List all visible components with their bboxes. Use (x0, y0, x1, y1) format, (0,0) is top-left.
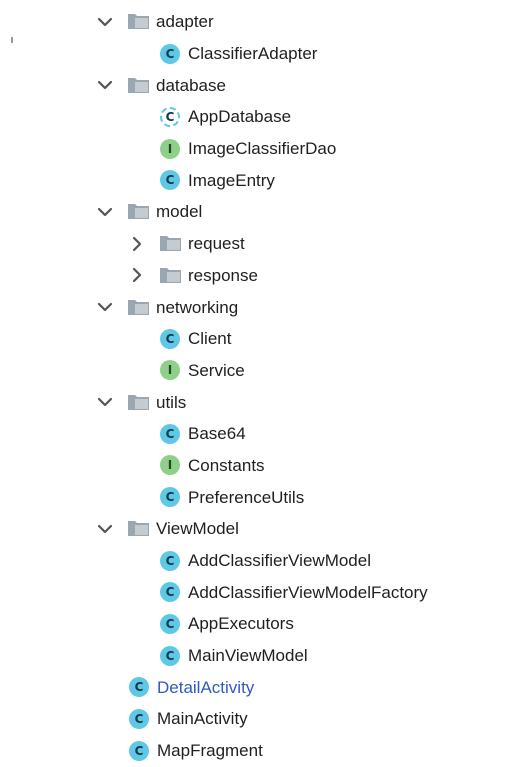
class-icon: C (160, 582, 180, 603)
tree-item-label: MainViewModel (188, 646, 308, 666)
folder-icon (160, 267, 181, 283)
folder-icon (128, 204, 149, 220)
tree-item-classifier-adapter[interactable]: C ClassifierAdapter (0, 38, 525, 70)
tree-item-label: model (156, 202, 203, 222)
interface-icon: I (160, 138, 180, 159)
tree-item-label: Constants (188, 455, 265, 475)
tree-item-label: networking (156, 297, 239, 317)
tree-item-label: Base64 (188, 424, 246, 444)
tree-item-label: AppDatabase (188, 107, 292, 127)
tree-item-label: adapter (156, 12, 214, 32)
tree-item-app-database[interactable]: C AppDatabase (0, 101, 525, 133)
tree-item-label: ViewModel (156, 519, 239, 539)
chevron-down-icon[interactable] (96, 203, 114, 221)
tree-folder-response[interactable]: response (0, 260, 525, 292)
class-icon: C (160, 170, 180, 191)
tree-item-add-classifier-view-model[interactable]: C AddClassifierViewModel (0, 545, 525, 577)
tree-item-main-view-model[interactable]: C MainViewModel (0, 640, 525, 672)
tree-folder-database[interactable]: database (0, 69, 525, 101)
tree-item-label: response (188, 265, 258, 285)
tree-folder-request[interactable]: request (0, 228, 525, 260)
folder-icon (128, 299, 149, 315)
tree-folder-view-model[interactable]: ViewModel (0, 513, 525, 545)
class-icon: C (129, 677, 149, 698)
folder-icon (128, 394, 149, 410)
tree-item-label: PreferenceUtils (188, 487, 305, 507)
interface-icon: I (160, 360, 180, 381)
class-icon: C (160, 613, 180, 634)
tree-item-app-executors[interactable]: C AppExecutors (0, 608, 525, 640)
class-icon: C (160, 328, 180, 349)
tree-item-label: database (156, 75, 226, 95)
chevron-right-icon[interactable] (128, 266, 146, 284)
tree-item-label: ClassifierAdapter (188, 44, 318, 64)
tree-item-label: DetailActivity (157, 677, 255, 697)
tree-item-label: utils (156, 392, 187, 412)
tree-folder-networking[interactable]: networking (0, 291, 525, 323)
class-icon: C (129, 740, 149, 761)
abstract-class-icon: C (160, 106, 180, 127)
tree-item-detail-activity[interactable]: C DetailActivity (0, 671, 525, 703)
tree-item-map-fragment[interactable]: C MapFragment (0, 735, 525, 767)
folder-icon (160, 236, 181, 252)
chevron-down-icon[interactable] (96, 393, 114, 411)
tree-item-label: MainActivity (157, 709, 248, 729)
folder-icon (128, 521, 149, 537)
tree-item-label: Client (188, 329, 232, 349)
tree-item-main-activity[interactable]: C MainActivity (0, 703, 525, 735)
tree-item-label: Service (188, 360, 245, 380)
class-icon: C (160, 423, 180, 444)
tree-item-label: AddClassifierViewModelFactory (188, 582, 428, 602)
tree-folder-adapter[interactable]: adapter (0, 6, 525, 38)
tree-item-label: AddClassifierViewModel (188, 551, 371, 571)
tree-item-label: request (188, 234, 245, 254)
folder-icon (128, 77, 149, 93)
tree-folder-model[interactable]: model (0, 196, 525, 228)
class-icon: C (129, 708, 149, 729)
tree-item-client[interactable]: C Client (0, 323, 525, 355)
class-icon: C (160, 487, 180, 508)
tree-item-label: ImageClassifierDao (188, 139, 337, 159)
project-tree: adapter C ClassifierAdapter database C AppDat… (0, 6, 525, 767)
class-icon: C (160, 550, 180, 571)
chevron-right-icon[interactable] (128, 235, 146, 253)
tree-item-image-classifier-dao[interactable]: I ImageClassifierDao (0, 133, 525, 165)
class-icon: C (160, 645, 180, 666)
folder-icon (128, 14, 149, 30)
tree-item-add-classifier-view-model-factory[interactable]: C AddClassifierViewModelFactory (0, 576, 525, 608)
class-icon: C (160, 43, 180, 64)
tree-item-label: AppExecutors (188, 614, 294, 634)
chevron-down-icon[interactable] (96, 298, 114, 316)
tree-item-image-entry[interactable]: C ImageEntry (0, 164, 525, 196)
tree-item-service[interactable]: I Service (0, 355, 525, 387)
chevron-down-icon[interactable] (96, 520, 114, 538)
tree-item-constants[interactable]: I Constants (0, 450, 525, 482)
tree-item-base64[interactable]: C Base64 (0, 418, 525, 450)
tree-item-label: ImageEntry (188, 170, 275, 190)
tree-item-label: MapFragment (157, 741, 263, 761)
interface-icon: I (160, 455, 180, 476)
chevron-down-icon[interactable] (96, 13, 114, 31)
tree-item-preference-utils[interactable]: C PreferenceUtils (0, 481, 525, 513)
chevron-down-icon[interactable] (96, 76, 114, 94)
tree-folder-utils[interactable]: utils (0, 386, 525, 418)
